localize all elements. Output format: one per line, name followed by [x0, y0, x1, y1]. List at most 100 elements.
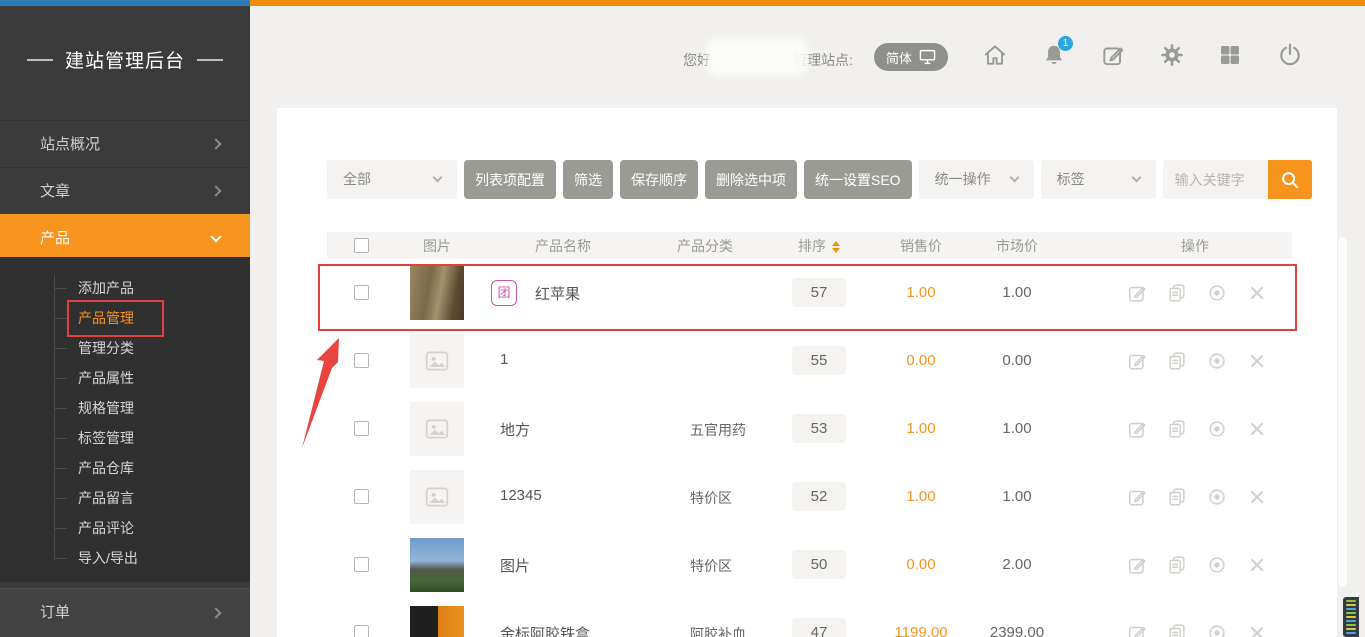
chevron-icon — [210, 185, 221, 196]
table-row: 地方 五官用药 53 1.00 1.00 — [277, 395, 1337, 463]
sidebar-item-orders-label: 订单 — [40, 604, 70, 621]
edit-icon[interactable] — [1126, 622, 1148, 637]
product-name: 12345 — [500, 487, 542, 504]
copy-icon[interactable] — [1166, 622, 1188, 637]
power-logout-icon[interactable] — [1277, 42, 1303, 68]
sale-price: 1.00 — [881, 284, 961, 301]
notification-bell-icon[interactable]: 1 — [1041, 42, 1067, 68]
copy-icon[interactable] — [1166, 418, 1188, 440]
delete-x-icon[interactable] — [1246, 282, 1268, 304]
preview-eye-icon[interactable] — [1206, 418, 1228, 440]
product-thumbnail[interactable] — [410, 334, 464, 388]
copy-icon[interactable] — [1166, 282, 1188, 304]
scrollbar-thumb[interactable] — [1338, 237, 1347, 587]
sort-value[interactable]: 47 — [792, 618, 846, 637]
toolbar-button[interactable]: 保存顺序 — [620, 160, 698, 199]
apps-grid-icon[interactable] — [1218, 42, 1244, 68]
sidebar-submenu-item[interactable]: 管理分类 — [0, 333, 250, 363]
sidebar-item-orders[interactable]: 订单 — [0, 588, 250, 637]
sidebar-submenu-item[interactable]: 添加产品 — [0, 273, 250, 303]
greeting-text: 您好 — [683, 50, 711, 70]
category-filter-dropdown[interactable]: 全部 — [327, 160, 457, 199]
sort-value[interactable]: 52 — [792, 482, 846, 511]
compose-edit-icon[interactable] — [1100, 42, 1126, 68]
image-placeholder-icon — [424, 348, 450, 374]
sort-value[interactable]: 55 — [792, 346, 846, 375]
row-checkbox[interactable] — [354, 557, 369, 572]
row-checkbox[interactable] — [354, 489, 369, 504]
preview-eye-icon[interactable] — [1206, 282, 1228, 304]
chevron-icon — [210, 231, 221, 242]
preview-eye-icon[interactable] — [1206, 350, 1228, 372]
row-checkbox[interactable] — [354, 285, 369, 300]
sidebar-menu-item-label: 产品 — [40, 230, 70, 247]
delete-x-icon[interactable] — [1246, 622, 1268, 637]
product-thumbnail[interactable] — [410, 470, 464, 524]
product-thumbnail[interactable] — [410, 538, 464, 592]
sort-arrows-icon[interactable] — [832, 241, 840, 253]
delete-x-icon[interactable] — [1246, 554, 1268, 576]
table-row: 1 55 0.00 0.00 — [277, 327, 1337, 395]
product-category: 阿胶补血 — [690, 624, 746, 637]
sidebar-submenu-item[interactable]: 产品留言 — [0, 483, 250, 513]
product-category: 特价区 — [690, 556, 732, 576]
row-checkbox[interactable] — [354, 421, 369, 436]
edit-icon[interactable] — [1126, 282, 1148, 304]
edit-icon[interactable] — [1126, 486, 1148, 508]
product-thumbnail[interactable] — [410, 606, 464, 637]
edit-icon[interactable] — [1126, 350, 1148, 372]
product-category: 特价区 — [690, 488, 732, 508]
toolbar-button[interactable]: 删除选中项 — [705, 160, 797, 199]
sidebar-menu-item[interactable]: 产品 — [0, 214, 250, 261]
search-input[interactable] — [1163, 160, 1268, 199]
table-header: 图片 产品名称 产品分类 排序 销售价 市场价 操作 — [327, 232, 1292, 259]
column-sort[interactable]: 排序 — [798, 236, 840, 256]
sort-value[interactable]: 53 — [792, 414, 846, 443]
edit-icon[interactable] — [1126, 554, 1148, 576]
select-all-checkbox[interactable] — [354, 238, 369, 253]
sidebar-submenu-item[interactable]: 规格管理 — [0, 393, 250, 423]
home-icon[interactable] — [982, 42, 1008, 68]
toolbar-button[interactable]: 列表项配置 — [464, 160, 556, 199]
column-sale-price: 销售价 — [900, 236, 942, 256]
sort-value[interactable]: 57 — [792, 278, 846, 307]
search-button[interactable] — [1268, 160, 1312, 199]
copy-icon[interactable] — [1166, 554, 1188, 576]
column-market-price: 市场价 — [996, 236, 1038, 256]
copy-icon[interactable] — [1166, 486, 1188, 508]
edit-icon[interactable] — [1126, 418, 1148, 440]
preview-eye-icon[interactable] — [1206, 486, 1228, 508]
product-thumbnail[interactable] — [410, 266, 464, 320]
toolbar-dropdown[interactable]: 统一操作 — [919, 160, 1034, 199]
sidebar-menu-item[interactable]: 站点概况 — [0, 120, 250, 167]
delete-x-icon[interactable] — [1246, 486, 1268, 508]
chevron-icon — [210, 138, 221, 149]
row-checkbox[interactable] — [354, 353, 369, 368]
settings-gear-icon[interactable] — [1159, 42, 1185, 68]
sidebar-submenu-item[interactable]: 产品管理 — [0, 303, 250, 333]
row-checkbox[interactable] — [354, 625, 369, 637]
sidebar-menu-item[interactable]: 文章 — [0, 167, 250, 214]
toolbar-button[interactable]: 统一设置SEO — [804, 160, 912, 199]
sidebar-submenu-item[interactable]: 导入/导出 — [0, 543, 250, 573]
preview-eye-icon[interactable] — [1206, 622, 1228, 637]
copy-icon[interactable] — [1166, 350, 1188, 372]
image-placeholder-icon — [424, 484, 450, 510]
sale-price: 0.00 — [881, 352, 961, 369]
toolbar-button[interactable]: 筛选 — [563, 160, 613, 199]
market-price: 1.00 — [977, 420, 1057, 437]
market-price: 0.00 — [977, 352, 1057, 369]
pinned-extension-widget[interactable] — [1343, 597, 1359, 637]
sidebar-submenu-item[interactable]: 产品仓库 — [0, 453, 250, 483]
language-pill-button[interactable]: 简体 — [874, 43, 948, 71]
delete-x-icon[interactable] — [1246, 418, 1268, 440]
delete-x-icon[interactable] — [1246, 350, 1268, 372]
sidebar-submenu-item[interactable]: 产品属性 — [0, 363, 250, 393]
product-thumbnail[interactable] — [410, 402, 464, 456]
sidebar-submenu-item[interactable]: 标签管理 — [0, 423, 250, 453]
sort-value[interactable]: 50 — [792, 550, 846, 579]
monitor-icon — [919, 49, 936, 65]
toolbar-dropdown[interactable]: 标签 — [1041, 160, 1156, 199]
sidebar-submenu-item[interactable]: 产品评论 — [0, 513, 250, 543]
preview-eye-icon[interactable] — [1206, 554, 1228, 576]
